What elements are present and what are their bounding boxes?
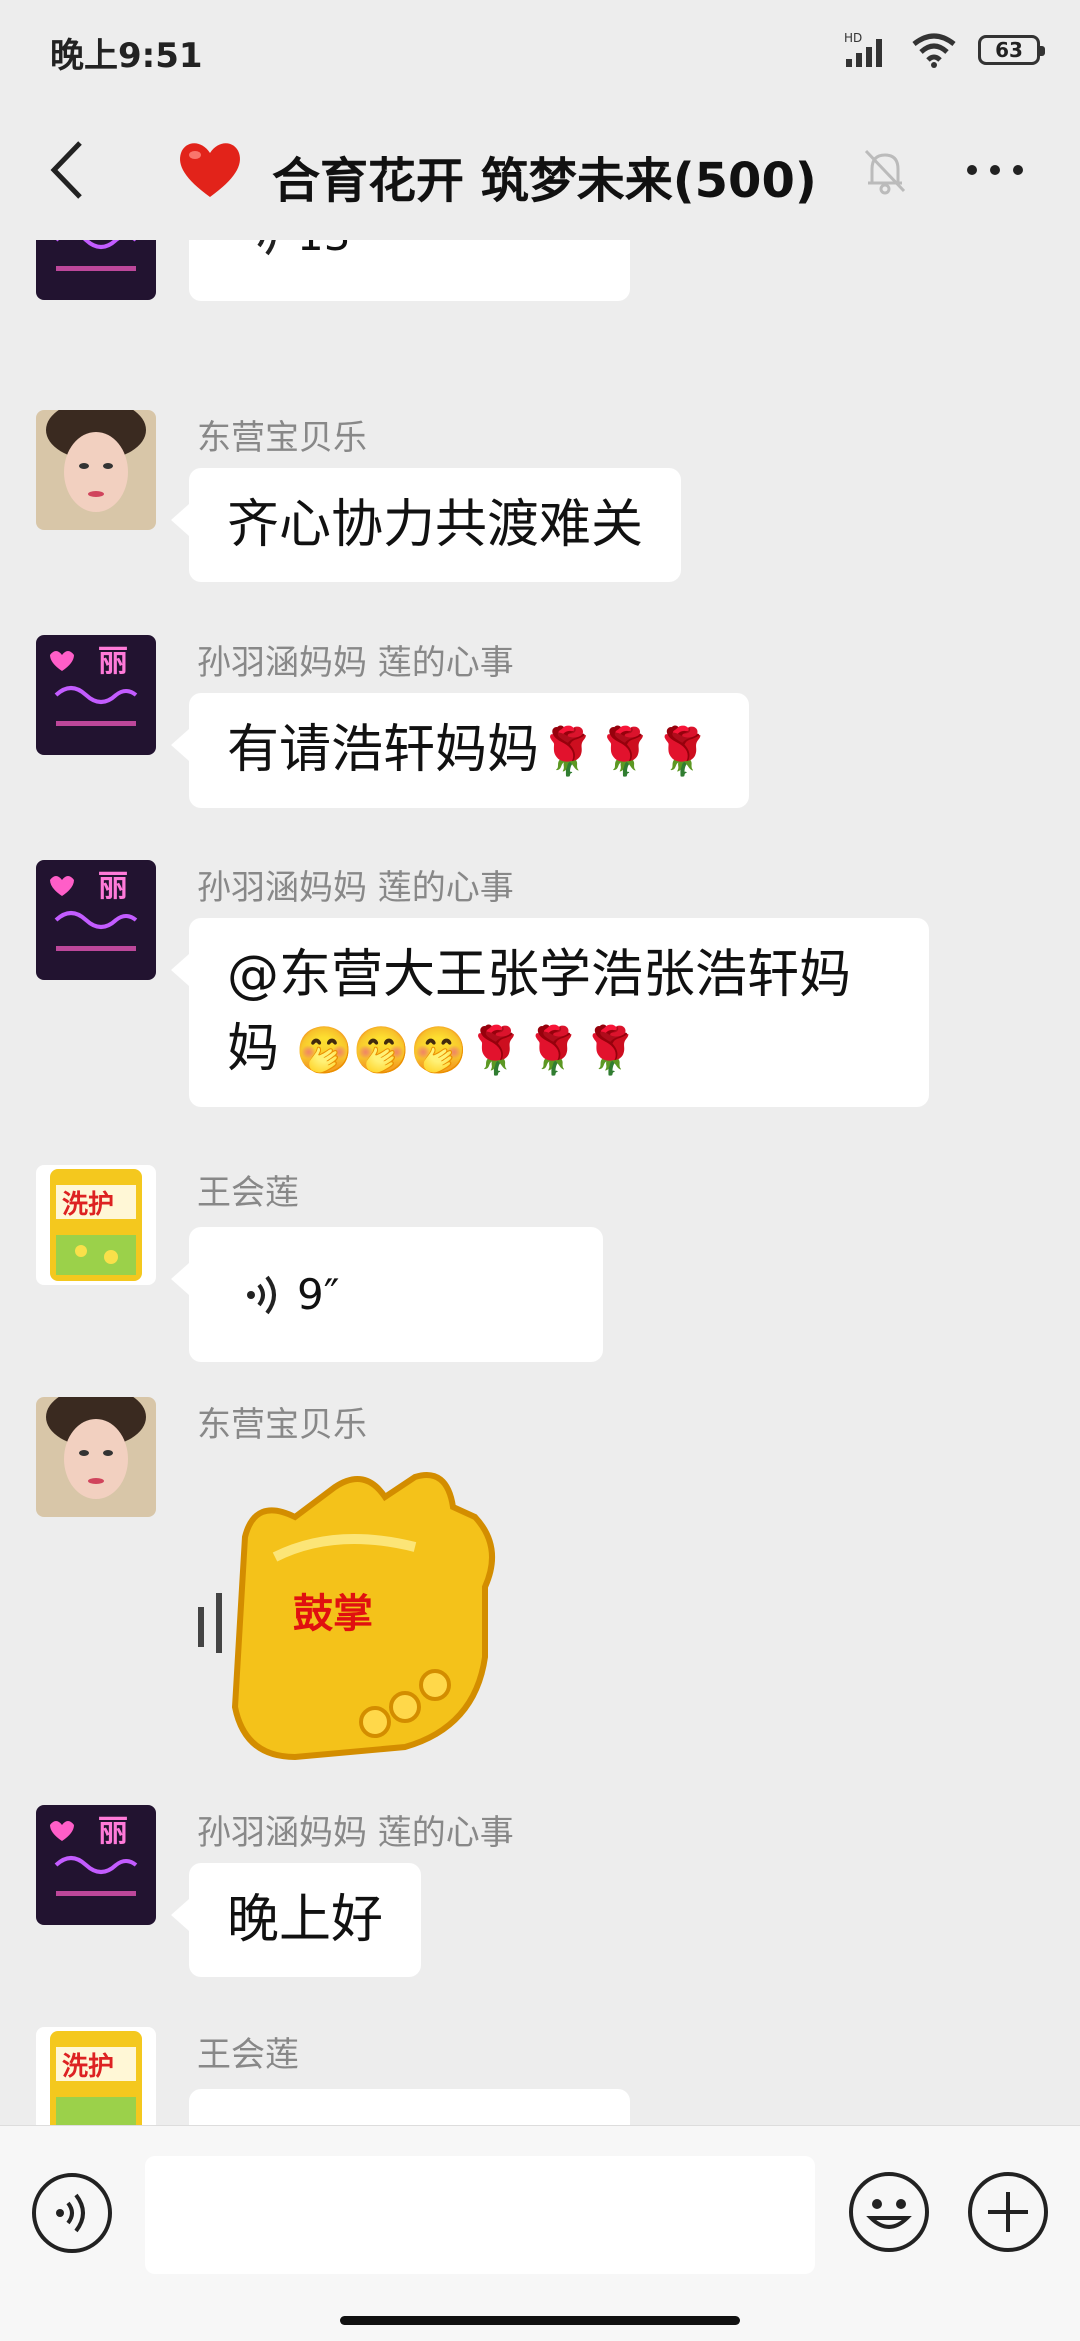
avatar-neon-image: 丽: [36, 240, 156, 300]
avatar-neon-image: 丽: [36, 1805, 156, 1925]
avatar-product[interactable]: 洗护: [36, 1165, 156, 1285]
text-bubble[interactable]: 齐心协力共渡难关: [170, 468, 682, 582]
status-icons: HD 63: [844, 28, 1045, 72]
avatar-photo[interactable]: [36, 410, 156, 530]
plus-icon[interactable]: [966, 2170, 1050, 2254]
avatar-face-image: [36, 1397, 156, 1517]
avatar-li[interactable]: 丽: [36, 240, 156, 300]
group-title: 合育花开 筑梦未来(500): [272, 153, 817, 209]
sender-name: 东营宝贝乐: [197, 418, 367, 458]
back-arrow-icon[interactable]: [40, 135, 100, 205]
input-bar: [0, 2125, 1080, 2341]
more-options-icon[interactable]: [965, 163, 1025, 177]
voice-wave-icon: [257, 240, 276, 256]
chat-messages[interactable]: 丽 13″ 东营宝贝乐 齐心协力共渡难: [0, 240, 1080, 2125]
home-indicator[interactable]: [340, 2316, 740, 2325]
svg-text:丽: 丽: [98, 644, 128, 679]
text-bubble[interactable]: 晚上好: [170, 1863, 422, 1977]
status-bar: 晚上9:51 HD 63: [0, 0, 1080, 105]
avatar-face-image: [36, 410, 156, 530]
avatar-product[interactable]: 洗护: [36, 2027, 156, 2125]
text-bubble[interactable]: [189, 2089, 630, 2125]
wifi-icon: [912, 33, 956, 68]
svg-text:丽: 丽: [98, 1814, 128, 1849]
sticker-caption: 鼓掌: [293, 1590, 373, 1637]
sender-name: 东营宝贝乐: [197, 1405, 367, 1445]
heart-icon: [180, 143, 240, 197]
message-text-tail: 妈: [227, 1019, 280, 1079]
sender-name: 王会莲: [197, 2035, 299, 2075]
voice-bubble[interactable]: 13″: [189, 240, 630, 301]
message-text: 有请浩轩妈妈: [227, 720, 540, 780]
clapping-sticker[interactable]: 鼓掌: [185, 1457, 505, 1767]
text-bubble[interactable]: 有请浩轩妈妈🌹🌹🌹: [171, 693, 749, 808]
sender-name: 孙羽涵妈妈 莲的心事: [197, 868, 514, 908]
avatar-product-image: 洗护: [36, 2027, 156, 2125]
voice-duration: 9″: [297, 1269, 340, 1319]
avatar-photo[interactable]: [36, 1397, 156, 1517]
message-text-line-1: @东营大王张学浩张浩轩妈: [227, 945, 852, 1005]
message-text: 晚上好: [227, 1890, 384, 1950]
network-type: HD: [844, 31, 862, 45]
sender-name: 孙羽涵妈妈 莲的心事: [197, 643, 514, 683]
emoji-icon[interactable]: [847, 2170, 931, 2254]
voice-wave-icon: [247, 1275, 276, 1314]
emoji-row: 🤭🤭🤭🌹🌹🌹: [295, 1023, 640, 1077]
battery-level: 63: [995, 38, 1023, 62]
svg-text:洗护: 洗护: [62, 2052, 114, 2082]
message-input[interactable]: [145, 2156, 815, 2274]
avatar-li[interactable]: 丽: [36, 635, 156, 755]
text-bubble[interactable]: @东营大王张学浩张浩轩妈 妈 🤭🤭🤭🌹🌹🌹: [171, 918, 929, 1107]
voice-input-icon[interactable]: [30, 2171, 114, 2255]
sender-name: 王会莲: [197, 1173, 299, 1213]
battery-icon: 63: [978, 35, 1045, 65]
voice-bubble[interactable]: 9″: [171, 1227, 603, 1362]
mute-bell-icon: [864, 149, 906, 195]
message-text: 齐心协力共渡难关: [227, 495, 644, 555]
avatar-li[interactable]: 丽: [36, 860, 156, 980]
svg-text:丽: 丽: [98, 869, 128, 904]
rose-emoji: 🌹🌹🌹: [539, 724, 711, 778]
avatar-neon-image: 丽: [36, 635, 156, 755]
svg-text:洗护: 洗护: [62, 1190, 114, 1220]
message-text-line-2: 妈 🤭🤭🤭🌹🌹🌹: [227, 1012, 891, 1087]
clock: 晚上9:51: [50, 36, 203, 76]
signal-icon: HD: [844, 31, 882, 67]
chat-header: 合育花开 筑梦未来(500): [0, 105, 1080, 240]
voice-duration: 13″: [297, 240, 366, 273]
avatar-product-image: 洗护: [36, 1165, 156, 1285]
avatar-li[interactable]: 丽: [36, 1805, 156, 1925]
sender-name: 孙羽涵妈妈 莲的心事: [197, 1813, 514, 1853]
avatar-neon-image: 丽: [36, 860, 156, 980]
